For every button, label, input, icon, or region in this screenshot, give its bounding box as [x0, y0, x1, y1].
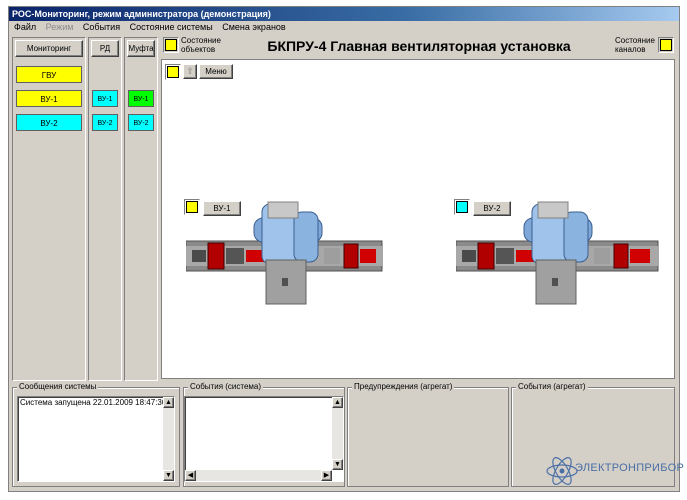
vu1-fan-unit-drawing	[186, 201, 383, 305]
channels-state-label: Состояние каналов	[615, 36, 655, 54]
system-events-vscroll[interactable]: ▲ ▼	[332, 397, 343, 470]
menu-events[interactable]: События	[83, 22, 120, 32]
nav-vu1[interactable]: ВУ-1	[16, 90, 82, 107]
mufta-vu2[interactable]: ВУ-2	[128, 114, 154, 131]
system-messages-vscroll[interactable]: ▲ ▼	[163, 397, 174, 481]
scroll-left-icon[interactable]: ◀	[185, 470, 196, 481]
scroll-up-icon[interactable]: ▲	[163, 397, 174, 408]
canvas-state-frame	[165, 64, 181, 80]
unit-events-title: События (агрегат)	[516, 382, 588, 392]
system-messages-title: Сообщения системы	[17, 382, 99, 392]
objects-state-frame	[163, 37, 179, 53]
mufta-header[interactable]: Муфта	[127, 40, 155, 57]
system-message-line: Система запущена 22.01.2009 18:47:30	[20, 398, 167, 407]
channels-state-indicator[interactable]	[660, 39, 672, 51]
main-window: РОС-Мониторинг, режим администратора (де…	[8, 6, 680, 492]
page-title: БКПРУ-4 Главная вентиляторная установка	[267, 38, 571, 54]
up-arrow-icon[interactable]: ⇧	[183, 64, 197, 79]
nav-vu2[interactable]: ВУ-2	[16, 114, 82, 131]
objects-state-label: Состояние объектов	[181, 36, 221, 54]
brand-name: ЭЛЕКТРОНПРИБОР	[575, 462, 685, 474]
system-events-list[interactable]: ▲ ▼ ◀ ▶	[184, 396, 344, 482]
mimic-canvas: ⇧ Меню ВУ-1 ВУ-2	[161, 59, 675, 379]
canvas-state-indicator[interactable]	[167, 66, 179, 78]
rd-column: РД ВУ-1 ВУ-2	[88, 37, 122, 381]
unit-warnings-title: Предупреждения (агрегат)	[352, 382, 455, 392]
menu-mode[interactable]: Режим	[46, 22, 74, 32]
system-events-panel: События (система) ▲ ▼ ◀ ▶	[183, 382, 345, 487]
window-title: РОС-Мониторинг, режим администратора (де…	[9, 7, 679, 21]
rd-vu1[interactable]: ВУ-1	[92, 90, 118, 107]
system-events-hscroll[interactable]: ◀ ▶	[185, 470, 332, 481]
menu-switch-screens[interactable]: Смена экранов	[222, 22, 285, 32]
objects-state-indicator[interactable]	[165, 39, 177, 51]
menu-file[interactable]: Файл	[14, 22, 36, 32]
unit-warnings-panel: Предупреждения (агрегат)	[347, 382, 509, 487]
scroll-up-icon[interactable]: ▲	[332, 397, 343, 408]
nav-gvu[interactable]: ГВУ	[16, 66, 82, 83]
scroll-down-icon[interactable]: ▼	[332, 459, 343, 470]
scroll-down-icon[interactable]: ▼	[163, 470, 174, 481]
scroll-right-icon[interactable]: ▶	[321, 470, 332, 481]
monitoring-column: Мониторинг ГВУ ВУ-1 ВУ-2	[12, 37, 86, 381]
menu-button[interactable]: Меню	[199, 64, 233, 79]
mufta-vu1[interactable]: ВУ-1	[128, 90, 154, 107]
rd-vu2[interactable]: ВУ-2	[92, 114, 118, 131]
vu2-fan-unit-drawing	[456, 201, 659, 305]
system-messages-panel: Сообщения системы Система запущена 22.01…	[12, 382, 180, 487]
menu-bar: Файл Режим События Состояние системы Сме…	[9, 21, 679, 34]
system-messages-list[interactable]: Система запущена 22.01.2009 18:47:30 ▲ ▼	[17, 396, 175, 482]
channels-state-frame	[658, 37, 674, 53]
menu-system-state[interactable]: Состояние системы	[130, 22, 213, 32]
rd-header[interactable]: РД	[91, 40, 119, 57]
atom-logo-icon	[546, 457, 578, 485]
mufta-column: Муфта ВУ-1 ВУ-2	[124, 37, 158, 381]
system-events-title: События (система)	[188, 382, 264, 392]
monitoring-header[interactable]: Мониторинг	[15, 40, 83, 57]
